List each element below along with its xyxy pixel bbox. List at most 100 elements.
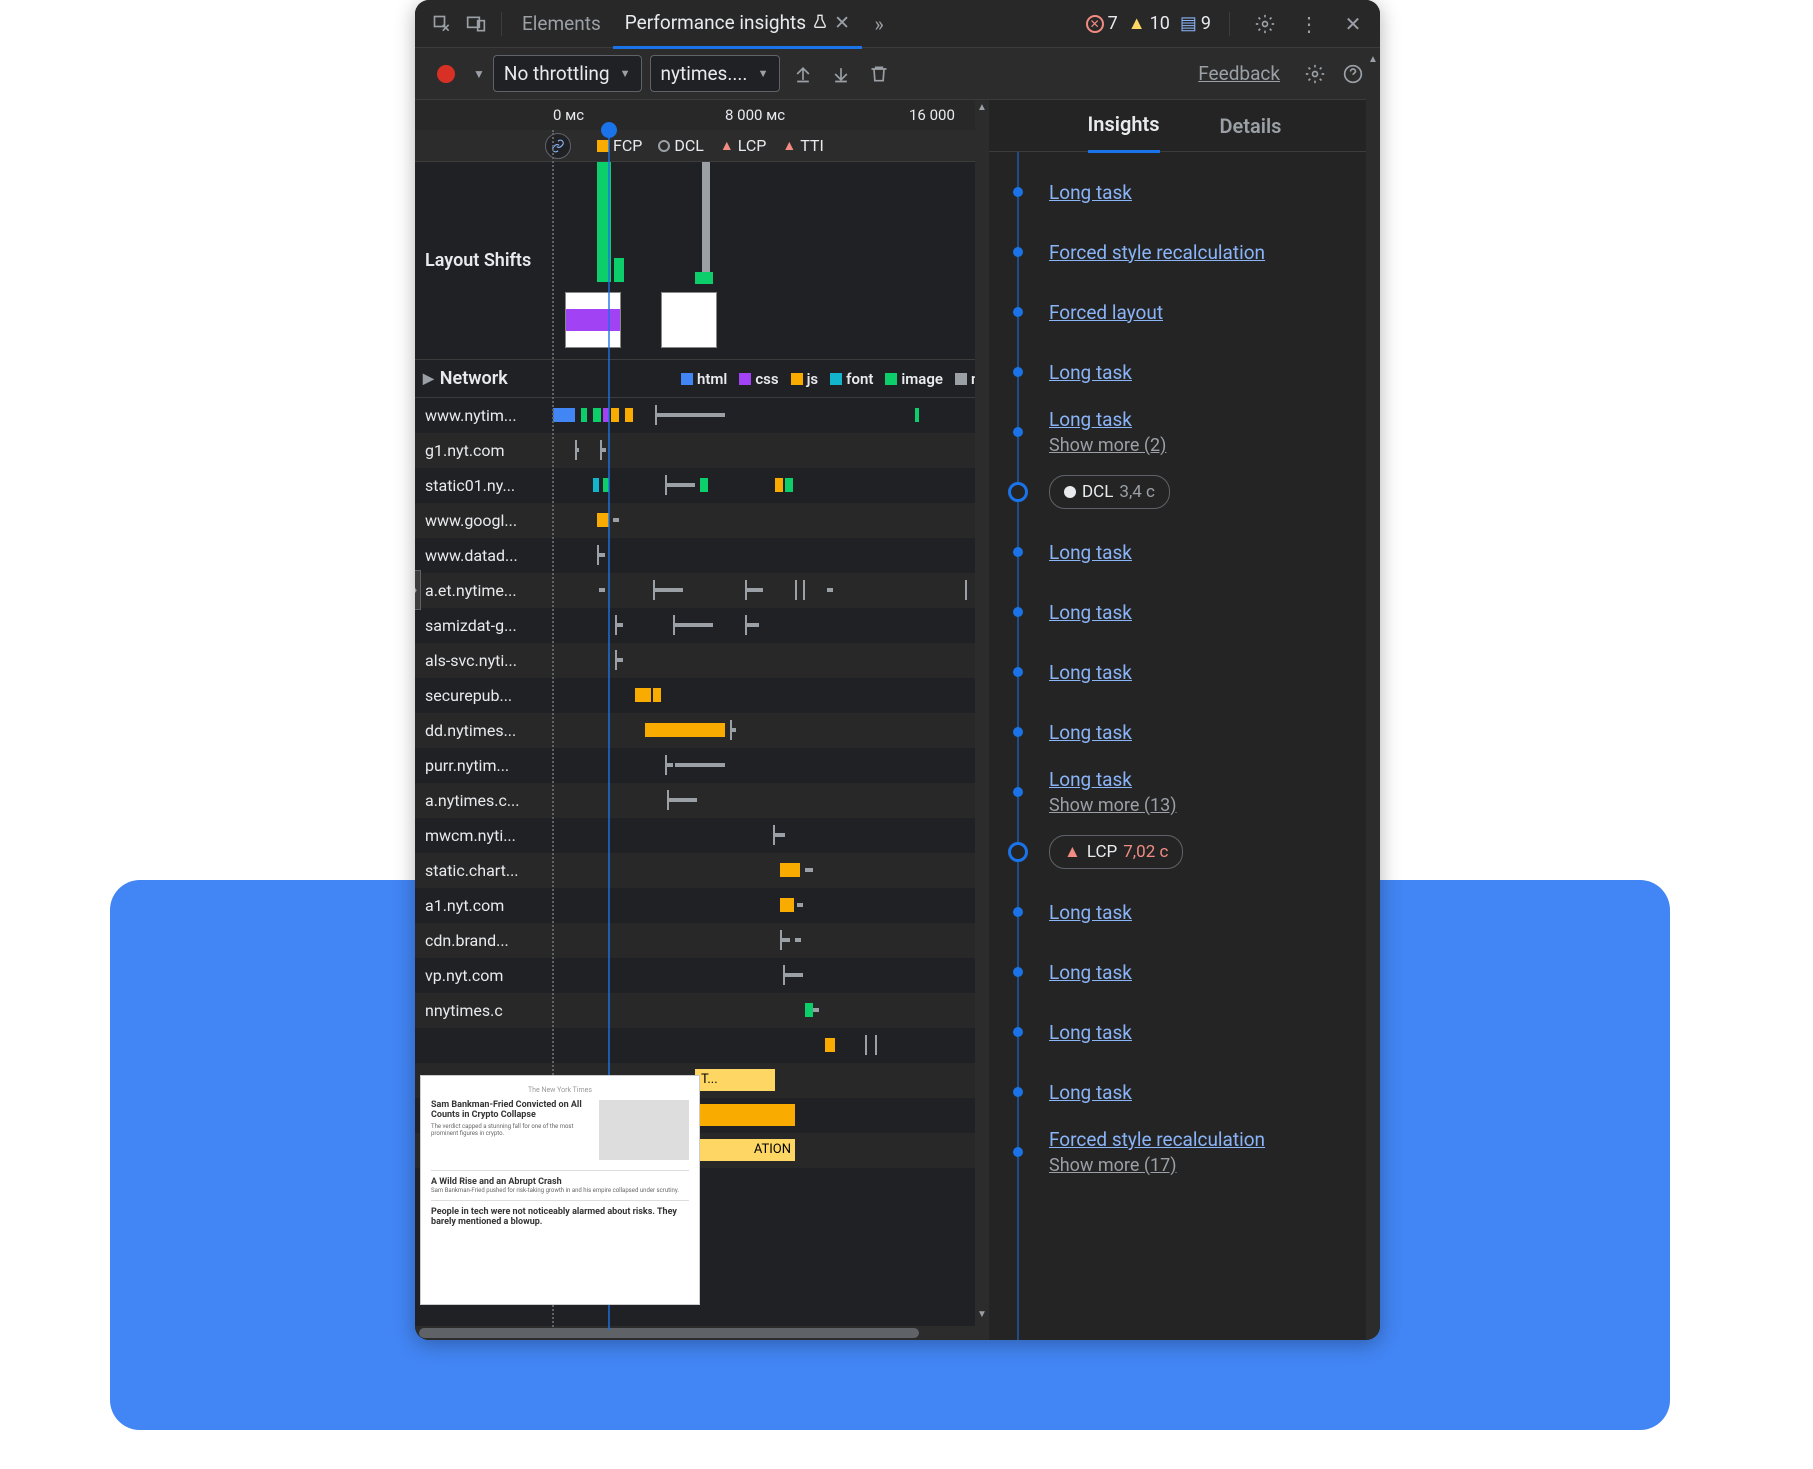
warnings-count[interactable]: ▲ 10: [1128, 13, 1170, 34]
metric-fcp[interactable]: FCP: [593, 136, 646, 155]
network-row-label: vp.nyt.com: [415, 966, 545, 985]
network-row[interactable]: [415, 1028, 988, 1063]
insight-link[interactable]: Long task: [1049, 541, 1132, 564]
playhead-handle[interactable]: [601, 122, 617, 138]
errors-count[interactable]: ✕ 7: [1086, 13, 1118, 34]
horizontal-scrollbar[interactable]: [415, 1326, 988, 1340]
insight-link[interactable]: Long task: [1049, 768, 1132, 791]
download-icon[interactable]: [826, 64, 856, 84]
insight-link[interactable]: Forced layout: [1049, 301, 1163, 324]
network-row[interactable]: g1.nyt.com: [415, 433, 988, 468]
network-row[interactable]: mwcm.nyti...: [415, 818, 988, 853]
network-row[interactable]: static.chart...: [415, 853, 988, 888]
insight-link[interactable]: Long task: [1049, 661, 1132, 684]
tab-elements[interactable]: Elements: [510, 0, 613, 47]
show-more-link[interactable]: Show more (17): [1049, 1155, 1265, 1176]
show-more-link[interactable]: Show more (2): [1049, 435, 1166, 456]
network-row[interactable]: als-svc.nyti...: [415, 643, 988, 678]
insight-link[interactable]: Long task: [1049, 721, 1132, 744]
insight-content: Long task Show more (13): [1049, 768, 1177, 816]
insight-link[interactable]: Long task: [1049, 1021, 1132, 1044]
tab-insights[interactable]: Insights: [1088, 98, 1160, 153]
dcl-pill[interactable]: DCL3,4 c: [1049, 475, 1170, 509]
insight-row: Long task Show more (2): [1009, 402, 1380, 462]
metric-tti[interactable]: ▲TTI: [778, 136, 827, 155]
close-tab-icon[interactable]: ✕: [834, 11, 850, 34]
legend-swatch: [681, 373, 693, 385]
trash-icon[interactable]: [864, 64, 894, 84]
insight-link[interactable]: Long task: [1049, 181, 1132, 204]
network-row[interactable]: purr.nytim...: [415, 748, 988, 783]
network-row[interactable]: samizdat-g...: [415, 608, 988, 643]
more-tabs-icon[interactable]: »: [864, 9, 894, 39]
pill-label: DCL: [1082, 482, 1113, 502]
tab-details[interactable]: Details: [1220, 100, 1282, 152]
close-icon[interactable]: ✕: [1338, 9, 1368, 39]
frame-thumbnail[interactable]: [661, 292, 717, 348]
insight-link[interactable]: Long task: [1049, 601, 1132, 624]
layout-shifts-chart[interactable]: [545, 162, 988, 359]
insight-link[interactable]: Forced style recalculation: [1049, 1128, 1265, 1151]
insight-link[interactable]: Long task: [1049, 361, 1132, 384]
scrollbar-thumb[interactable]: [419, 1328, 919, 1338]
record-button[interactable]: [437, 65, 455, 83]
timeline-ruler[interactable]: 0 мс 8 000 мс 16 000: [415, 100, 988, 130]
insight-dot: [1013, 727, 1023, 737]
network-row-label: www.datad...: [415, 546, 545, 565]
insight-dot: [1013, 1087, 1023, 1097]
upload-icon[interactable]: [788, 64, 818, 84]
network-row[interactable]: www.googl...: [415, 503, 988, 538]
network-row[interactable]: dd.nytimes...: [415, 713, 988, 748]
network-row[interactable]: www.datad...: [415, 538, 988, 573]
network-section-header[interactable]: ▶ Network html css js font image m: [415, 360, 988, 398]
network-row[interactable]: www.nytim...: [415, 398, 988, 433]
link-icon[interactable]: [545, 133, 571, 159]
lcp-pill[interactable]: ▲LCP7,02 c: [1049, 835, 1183, 869]
insight-row: Long task: [1009, 642, 1380, 702]
metric-dcl[interactable]: DCL: [654, 136, 708, 155]
ls-bar: [702, 162, 710, 274]
network-row[interactable]: a.nytimes.c...: [415, 783, 988, 818]
throttling-select[interactable]: No throttling ▼: [493, 55, 642, 92]
scroll-up-icon[interactable]: ▲: [977, 102, 987, 113]
scroll-down-icon[interactable]: ▼: [977, 1309, 987, 1320]
insight-link[interactable]: Long task: [1049, 408, 1132, 431]
show-more-link[interactable]: Show more (13): [1049, 795, 1177, 816]
network-row[interactable]: nnytimes.c: [415, 993, 988, 1028]
frame-preview-tooltip: The New York Times Sam Bankman-Fried Con…: [420, 1075, 700, 1305]
settings-icon[interactable]: [1250, 9, 1280, 39]
gear-icon[interactable]: [1300, 64, 1330, 84]
messages-count[interactable]: ▤ 9: [1180, 13, 1211, 34]
network-row[interactable]: securepub...: [415, 678, 988, 713]
device-toggle-icon[interactable]: [461, 9, 491, 39]
insight-link[interactable]: Long task: [1049, 1081, 1132, 1104]
insight-milestone-dot: [1008, 842, 1028, 862]
vertical-scrollbar-right[interactable]: ▲: [1366, 52, 1380, 1340]
waterfall-bar: [795, 580, 797, 600]
frame-thumbnail[interactable]: [565, 292, 621, 348]
kebab-menu-icon[interactable]: ⋮: [1294, 9, 1324, 39]
pane-expand-handle[interactable]: ❯: [415, 570, 421, 610]
insight-link[interactable]: Long task: [1049, 901, 1132, 924]
insight-link[interactable]: Long task: [1049, 961, 1132, 984]
record-dropdown-icon[interactable]: ▼: [473, 67, 485, 81]
network-row[interactable]: vp.nyt.com: [415, 958, 988, 993]
network-row[interactable]: a.et.nytime...: [415, 573, 988, 608]
insight-link[interactable]: Forced style recalculation: [1049, 241, 1265, 264]
network-row[interactable]: static01.ny...: [415, 468, 988, 503]
target-select[interactable]: nytimes.... ▼: [650, 55, 780, 92]
metric-lcp[interactable]: ▲LCP: [716, 136, 770, 155]
feedback-link[interactable]: Feedback: [1198, 62, 1280, 85]
network-row[interactable]: cdn.brand...: [415, 923, 988, 958]
vertical-scrollbar-left[interactable]: ▲ ▼: [975, 100, 989, 1340]
network-row-label: nnytimes.c: [415, 1001, 545, 1020]
waterfall-bar: [593, 478, 599, 492]
inspect-icon[interactable]: [427, 9, 457, 39]
help-icon[interactable]: [1338, 64, 1368, 84]
network-row-label: www.nytim...: [415, 406, 545, 425]
network-row[interactable]: a1.nyt.com: [415, 888, 988, 923]
tab-performance-insights[interactable]: Performance insights ✕: [613, 0, 862, 49]
legend-html: html: [681, 370, 727, 388]
scroll-up-icon[interactable]: ▲: [1368, 54, 1378, 65]
waterfall-bar: [655, 405, 657, 425]
